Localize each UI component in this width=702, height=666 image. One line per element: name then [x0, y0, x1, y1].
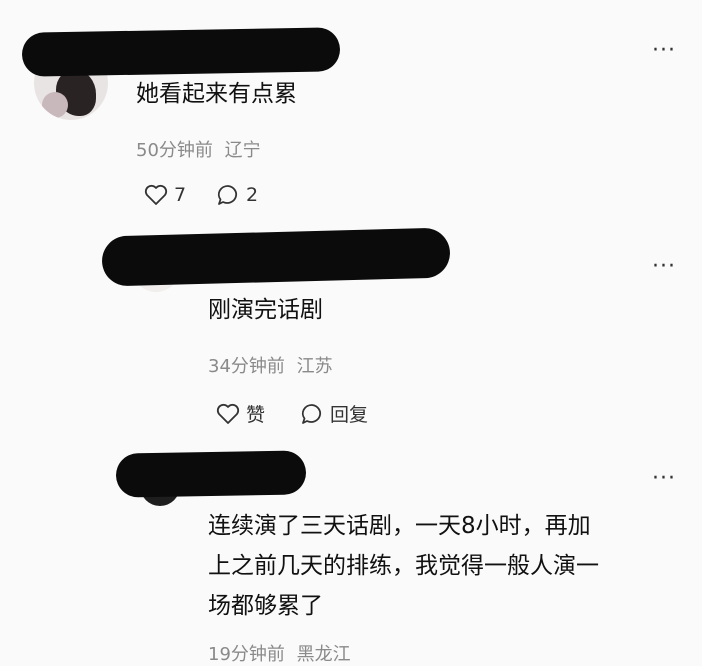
comment-location: 辽宁	[224, 140, 261, 161]
comment-text: 刚演完话剧	[208, 297, 323, 323]
comment-text-line: 场都够累了	[208, 593, 323, 619]
redacted-username	[21, 27, 341, 77]
like-button[interactable]: 赞	[216, 400, 265, 427]
comment-meta: 19分钟前 黑龙江	[208, 640, 351, 666]
comment-text-line: 连续演了三天话剧，一天8小时，再加	[208, 513, 591, 539]
reply-count: 2	[246, 184, 259, 206]
comment-meta: 50分钟前 辽宁	[136, 136, 261, 162]
comment-bubble-icon	[301, 403, 321, 424]
redacted-username	[115, 450, 307, 498]
comment-text: 她看起来有点累	[136, 81, 297, 107]
like-button[interactable]: 7	[144, 184, 186, 206]
more-icon[interactable]: ···	[652, 256, 676, 278]
redacted-username	[101, 227, 451, 287]
more-icon[interactable]: ···	[652, 468, 676, 490]
comment-text: 连续演了三天话剧，一天8小时，再加 上之前几天的排练，我觉得一般人演一 场都够累…	[208, 506, 688, 626]
heart-icon	[144, 184, 168, 205]
comment-time: 34分钟前	[208, 356, 285, 377]
like-count: 7	[174, 184, 187, 206]
comment-time: 19分钟前	[208, 644, 285, 665]
like-label: 赞	[246, 404, 266, 426]
comment-text-line: 上之前几天的排练，我觉得一般人演一	[208, 553, 599, 579]
comment-time: 50分钟前	[136, 140, 213, 161]
comment-bubble-icon	[217, 185, 237, 205]
comment-meta: 34分钟前 江苏	[208, 352, 333, 378]
comment-location: 江苏	[296, 356, 333, 377]
reply-button[interactable]: 回复	[300, 400, 368, 427]
heart-icon	[216, 403, 240, 424]
more-icon[interactable]: ···	[652, 40, 676, 62]
reply-button[interactable]: 2	[216, 184, 258, 206]
reply-label: 回复	[330, 404, 369, 426]
comment-location: 黑龙江	[296, 644, 351, 665]
